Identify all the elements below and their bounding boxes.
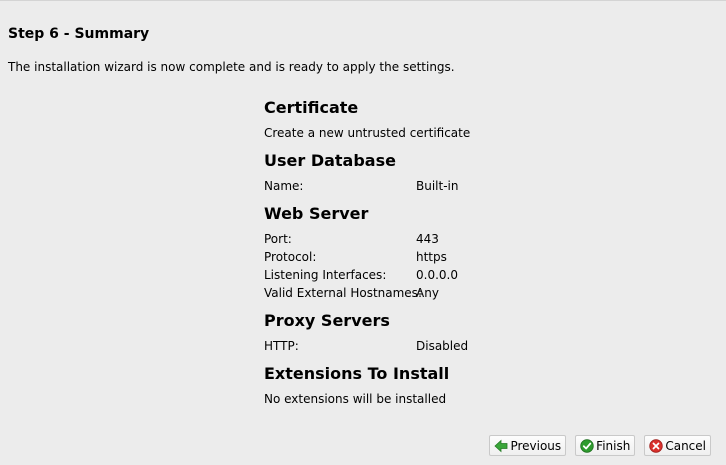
certificate-section: Certificate Create a new untrusted certi… — [264, 97, 564, 150]
proxy-servers-section: Proxy Servers HTTP: Disabled — [264, 310, 564, 363]
arrow-left-icon — [494, 439, 508, 453]
web-server-port-row: Port: 443 — [264, 230, 564, 248]
top-divider — [0, 0, 726, 1]
proxy-servers-heading: Proxy Servers — [264, 311, 390, 330]
user-database-name-row: Name: Built-in — [264, 177, 564, 195]
web-server-protocol-row: Protocol: https — [264, 248, 564, 266]
check-circle-icon — [580, 438, 594, 453]
extensions-section: Extensions To Install No extensions will… — [264, 363, 564, 416]
page-title: Step 6 - Summary — [8, 26, 150, 42]
finish-label: Finish — [596, 438, 631, 453]
wizard-buttons: Previous Finish Cancel — [489, 435, 711, 456]
row-value: 443 — [416, 232, 439, 246]
cancel-circle-icon — [649, 438, 664, 453]
certificate-heading: Certificate — [264, 98, 359, 117]
user-database-heading: User Database — [264, 151, 396, 170]
row-value: https — [416, 250, 447, 264]
user-database-section: User Database Name: Built-in — [264, 150, 564, 203]
extensions-heading: Extensions To Install — [264, 364, 450, 383]
row-label: HTTP: — [264, 339, 299, 353]
cancel-button[interactable]: Cancel — [644, 435, 711, 456]
row-label: Name: — [264, 179, 304, 193]
proxy-http-row: HTTP: Disabled — [264, 337, 564, 355]
row-label: Protocol: — [264, 250, 317, 264]
web-server-interfaces-row: Listening Interfaces: 0.0.0.0 — [264, 266, 564, 284]
row-label: Listening Interfaces: — [264, 268, 387, 282]
row-label: Valid External Hostnames: — [264, 286, 422, 300]
intro-text: The installation wizard is now complete … — [8, 60, 455, 74]
finish-button[interactable]: Finish — [575, 435, 636, 456]
row-label: Port: — [264, 232, 292, 246]
row-value: Any — [416, 286, 439, 300]
web-server-heading: Web Server — [264, 204, 369, 223]
web-server-hostnames-row: Valid External Hostnames: Any — [264, 284, 564, 302]
summary-panel: Certificate Create a new untrusted certi… — [264, 97, 564, 416]
row-value: Disabled — [416, 339, 469, 353]
row-value: Built-in — [416, 179, 459, 193]
cancel-label: Cancel — [665, 438, 706, 453]
extensions-text: No extensions will be installed — [264, 392, 447, 406]
web-server-section: Web Server Port: 443 Protocol: https Lis… — [264, 203, 564, 310]
certificate-text: Create a new untrusted certificate — [264, 126, 471, 140]
row-value: 0.0.0.0 — [416, 268, 458, 282]
previous-button[interactable]: Previous — [489, 435, 567, 456]
previous-label: Previous — [510, 438, 562, 453]
